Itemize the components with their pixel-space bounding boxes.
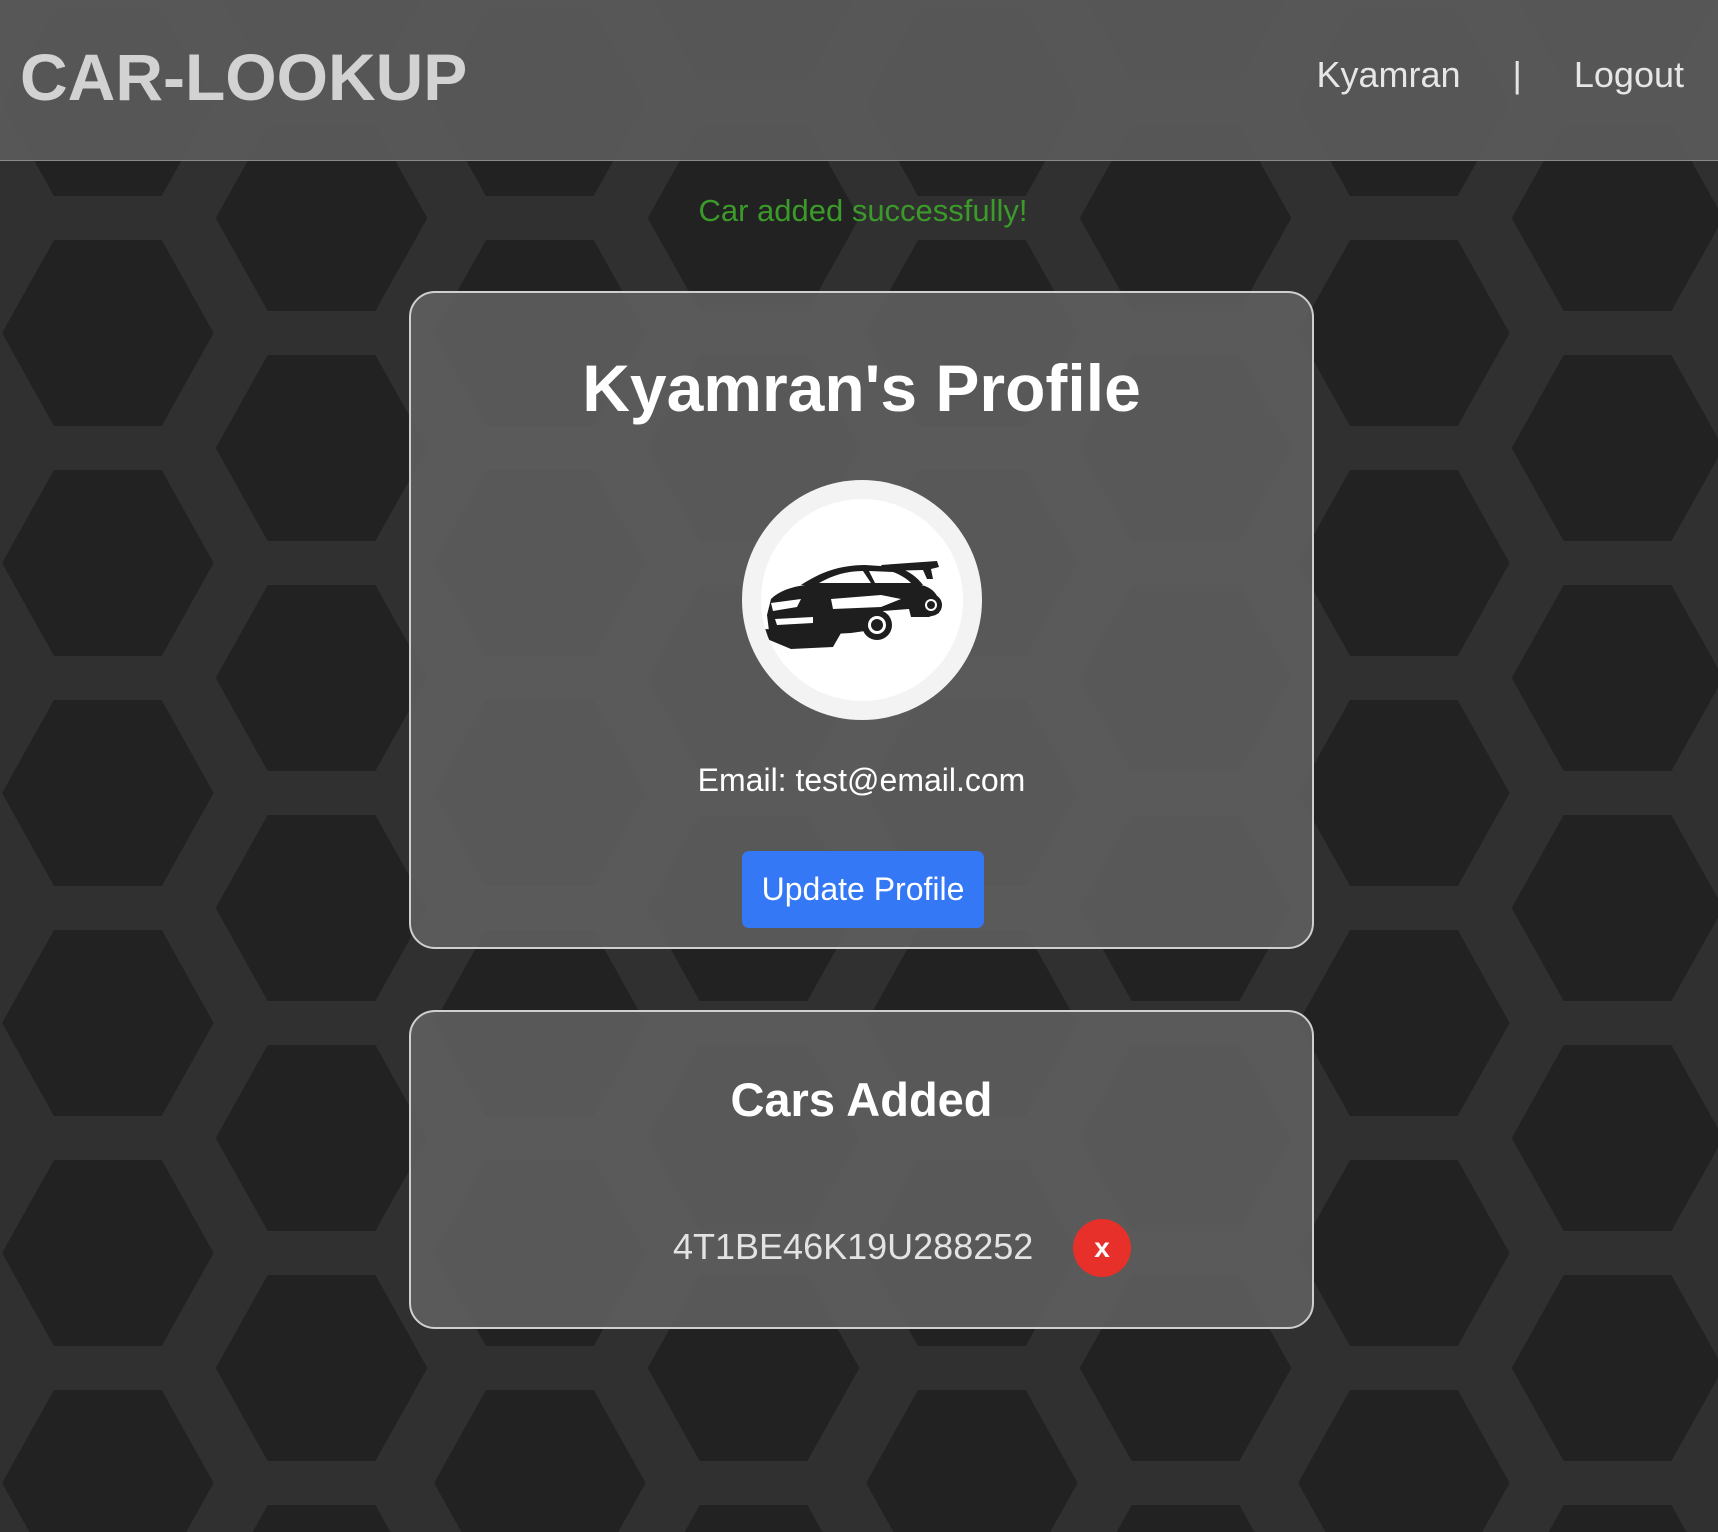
cars-added-card: Cars Added 4T1BE46K19U288252 x xyxy=(409,1010,1314,1329)
profile-email: Email: test@email.com xyxy=(697,762,1026,798)
update-profile-button[interactable]: Update Profile xyxy=(742,851,984,928)
top-nav-bar: CAR-LOOKUP Kyamran | Logout xyxy=(0,0,1718,161)
car-vin[interactable]: 4T1BE46K19U288252 xyxy=(673,1229,1033,1265)
profile-card: Kyamran's Profile Email: test@email.com … xyxy=(409,291,1314,949)
nav-links: Kyamran | Logout xyxy=(1316,57,1684,93)
sports-car-icon xyxy=(765,561,942,649)
avatar xyxy=(742,480,982,720)
list-item: 4T1BE46K19U288252 x xyxy=(411,1219,1312,1277)
avatar-image xyxy=(761,499,963,701)
brand-logo-text[interactable]: CAR-LOOKUP xyxy=(20,44,467,110)
cars-added-title: Cars Added xyxy=(730,1073,993,1126)
profile-title: Kyamran's Profile xyxy=(582,351,1141,425)
flash-message-text: Car added successfully! xyxy=(698,193,1028,228)
nav-username-link[interactable]: Kyamran xyxy=(1316,57,1460,93)
remove-car-button[interactable]: x xyxy=(1073,1219,1131,1277)
flash-success-message: Car added successfully! xyxy=(0,195,1718,226)
logout-link[interactable]: Logout xyxy=(1574,57,1684,93)
nav-separator: | xyxy=(1512,54,1522,95)
